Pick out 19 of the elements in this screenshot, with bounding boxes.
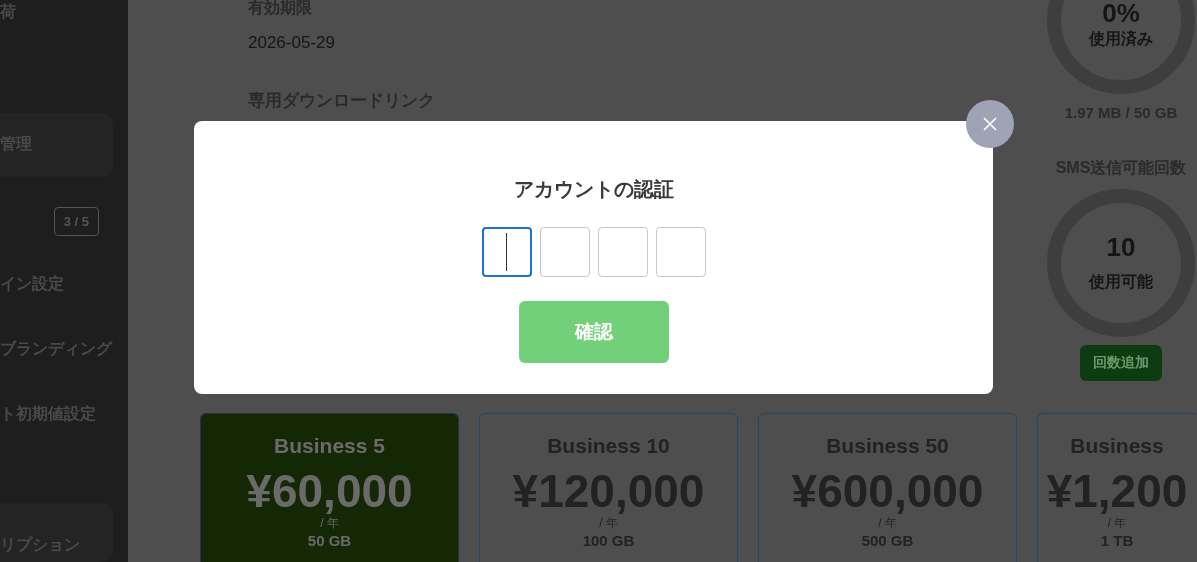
expiry-date: 2026-05-29 bbox=[248, 33, 336, 53]
sms-count: 10 bbox=[1106, 233, 1136, 260]
usage-percent: 0% bbox=[1102, 0, 1140, 26]
code-input[interactable] bbox=[481, 227, 532, 277]
plan-period: / 年 bbox=[320, 514, 339, 532]
confirm-button[interactable]: 確認 bbox=[518, 301, 669, 363]
close-button[interactable] bbox=[966, 100, 1014, 148]
close-icon bbox=[982, 116, 998, 132]
code-input[interactable] bbox=[539, 227, 590, 277]
sms-caption: 使用可能 bbox=[1089, 271, 1153, 292]
code-input[interactable] bbox=[655, 227, 706, 277]
plan-card[interactable]: Business 5 ¥60,000 / 年 50 GB bbox=[200, 413, 459, 562]
code-input[interactable] bbox=[597, 227, 648, 277]
plan-price: ¥60,000 bbox=[246, 466, 413, 517]
plan-name: Business 5 bbox=[274, 434, 385, 458]
dialog-title: アカウントの認証 bbox=[513, 177, 674, 202]
add-count-button[interactable]: 回数追加 bbox=[1080, 345, 1162, 381]
usage-caption: 使用済み bbox=[1089, 29, 1153, 49]
plan-storage: 50 GB bbox=[307, 531, 352, 549]
